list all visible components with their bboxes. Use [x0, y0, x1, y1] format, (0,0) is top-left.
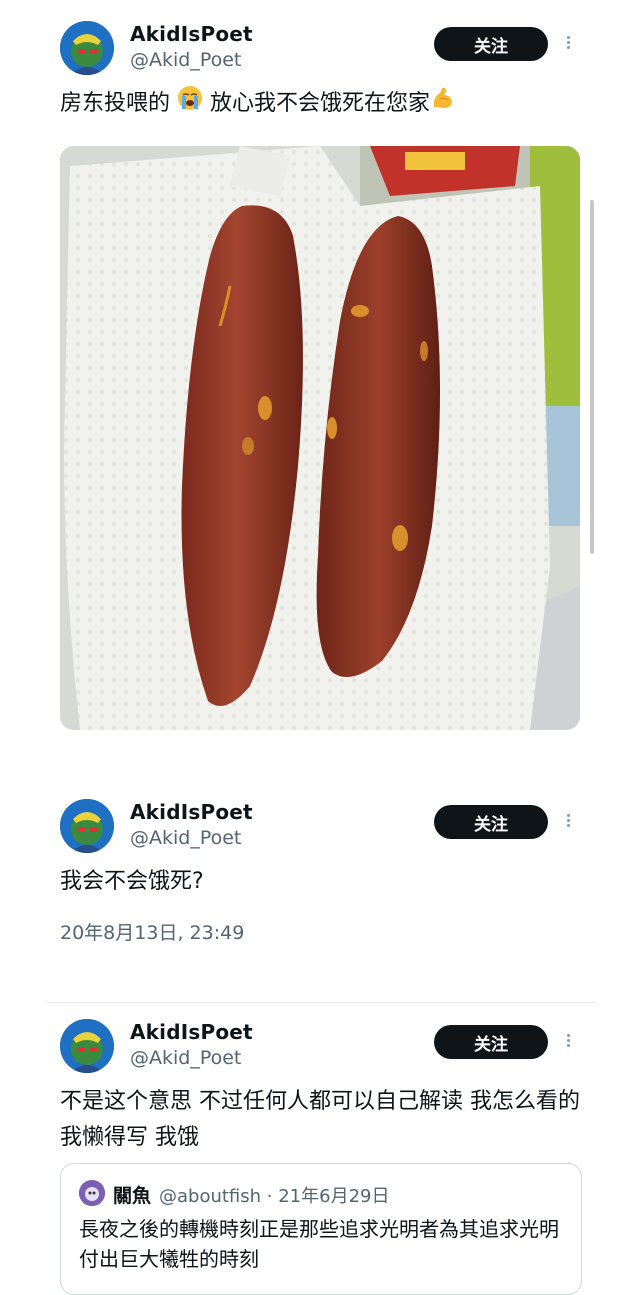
more-options-icon[interactable] — [562, 34, 574, 54]
follow-button[interactable]: 关注 — [434, 27, 548, 61]
quoted-tweet-text: 長夜之後的轉機時刻正是那些追求光明者為其追求光明付出巨大犧牲的時刻 — [79, 1217, 559, 1271]
flexed-biceps-icon — [430, 85, 456, 123]
follow-button[interactable]: 关注 — [434, 1025, 548, 1059]
author-handle[interactable]: @Akid_Poet — [130, 1047, 241, 1069]
divider — [46, 1002, 596, 1003]
quoted-author-name[interactable]: 關魚 — [113, 1181, 151, 1208]
avatar-image — [60, 1019, 114, 1073]
avatar[interactable] — [60, 1019, 114, 1073]
tweet-photo[interactable] — [60, 146, 580, 730]
tweet-timestamp[interactable]: 20年8月13日, 23:49 — [60, 918, 244, 945]
follow-button[interactable]: 关注 — [434, 805, 548, 839]
quoted-tweet[interactable]: 關魚 @aboutfish · 21年6月29日 長夜之後的轉機時刻正是那些追求… — [60, 1163, 582, 1295]
tweet-text: 房东投喂的 放心我不会饿死在您家 — [60, 85, 580, 123]
avatar-image — [60, 21, 114, 75]
sweet-potatoes-image — [60, 146, 580, 730]
avatar[interactable] — [60, 21, 114, 75]
tweet-text-part2: 放心我不会饿死在您家 — [210, 91, 431, 116]
tweet-text: 我会不会饿死? — [60, 869, 204, 894]
quoted-author-meta: @aboutfish · 21年6月29日 — [159, 1186, 390, 1207]
author-name[interactable]: AkidIsPoet — [130, 22, 253, 46]
tweet-text: 不是这个意思 不过任何人都可以自己解读 我怎么看的我懒得写 我饿 — [60, 1089, 580, 1150]
avatar[interactable] — [60, 799, 114, 853]
more-options-icon[interactable] — [562, 1032, 574, 1052]
author-handle[interactable]: @Akid_Poet — [130, 827, 241, 849]
author-handle[interactable]: @Akid_Poet — [130, 49, 241, 71]
tweet-text-part1: 房东投喂的 — [60, 91, 171, 116]
scrollbar[interactable] — [590, 200, 594, 554]
author-name[interactable]: AkidIsPoet — [130, 1020, 253, 1044]
author-name[interactable]: AkidIsPoet — [130, 800, 253, 824]
tweet-1: AkidIsPoet @Akid_Poet 关注 房东投喂的 放心我不会饿死在您… — [0, 0, 636, 740]
more-options-icon[interactable] — [562, 812, 574, 832]
quoted-avatar[interactable] — [79, 1180, 105, 1206]
avatar-image — [60, 799, 114, 853]
loudly-crying-face-icon — [177, 85, 203, 123]
